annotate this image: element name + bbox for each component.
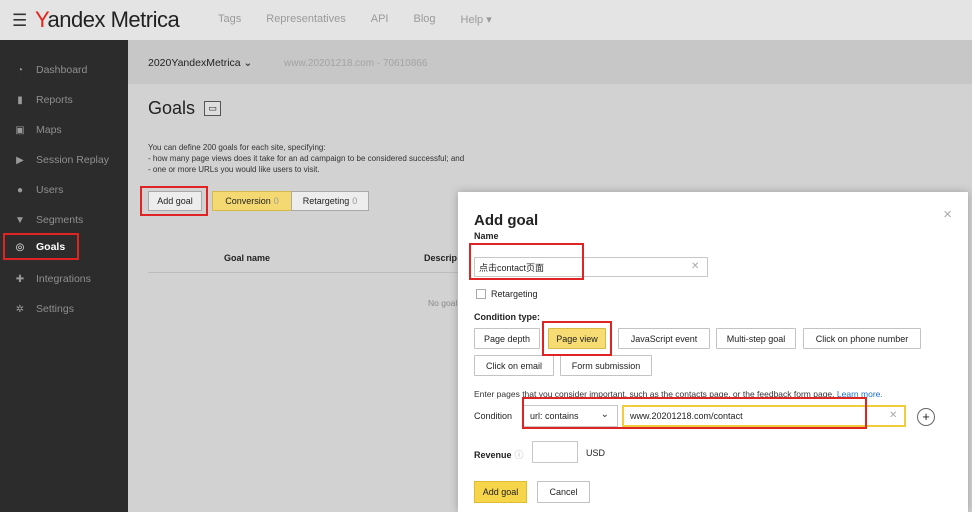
dashboard-icon: ◔ bbox=[16, 64, 24, 76]
tab-conversion[interactable]: Conversion 0 bbox=[212, 191, 292, 211]
condition-type-label: Condition type: bbox=[474, 312, 540, 322]
condition-page-depth[interactable]: Page depth bbox=[474, 328, 540, 349]
site-selector[interactable]: 2020YandexMetrica ⌄ bbox=[148, 57, 252, 69]
learn-more-link[interactable]: Learn more. bbox=[837, 389, 883, 399]
name-label: Name bbox=[474, 231, 499, 241]
sidebar-item-users[interactable]: ● Users bbox=[0, 176, 128, 204]
revenue-input[interactable] bbox=[532, 441, 578, 463]
top-nav: Tags Representatives API Blog Help ▾ bbox=[218, 13, 492, 26]
sidebar-item-dashboard[interactable]: ◔ Dashboard bbox=[0, 56, 128, 84]
plug-icon: ✚ bbox=[15, 273, 25, 285]
add-goal-button[interactable]: Add goal bbox=[148, 191, 202, 211]
goals-description: You can define 200 goals for each site, … bbox=[148, 143, 465, 174]
top-header: ☰ Yandex Metrica Tags Representatives AP… bbox=[0, 0, 972, 40]
condition-click-on-email[interactable]: Click on email bbox=[474, 355, 554, 376]
column-description[interactable]: Descrip bbox=[424, 253, 457, 263]
no-goals-text: No goal bbox=[428, 298, 458, 308]
page-title: Goals bbox=[148, 98, 196, 118]
revenue-label: Revenue ⓘ bbox=[474, 450, 524, 460]
condition-page-view[interactable]: Page view bbox=[548, 328, 606, 349]
gear-icon: ✲ bbox=[15, 303, 25, 315]
nav-representatives[interactable]: Representatives bbox=[266, 13, 346, 26]
condition-form-submission[interactable]: Form submission bbox=[560, 355, 652, 376]
goal-name-input[interactable]: 点击contact页面 bbox=[474, 257, 708, 277]
cancel-button[interactable]: Cancel bbox=[537, 481, 590, 503]
column-goal-name[interactable]: Goal name bbox=[224, 253, 270, 263]
filter-icon: ▼ bbox=[15, 214, 25, 226]
help-icon[interactable]: ⓘ bbox=[515, 450, 524, 460]
nav-tags[interactable]: Tags bbox=[218, 13, 241, 26]
site-url: www.20201218.com - 70610866 bbox=[284, 58, 428, 69]
sidebar-item-settings[interactable]: ✲ Settings bbox=[0, 295, 128, 323]
highlight-goals bbox=[3, 233, 79, 260]
sidebar: ◔ Dashboard ▮ Reports ▣ Maps ▶ Session Repla… bbox=[0, 40, 128, 512]
menu-icon[interactable]: ☰ bbox=[12, 11, 27, 31]
condition-click-on-phone[interactable]: Click on phone number bbox=[803, 328, 921, 349]
add-condition-button[interactable]: + bbox=[917, 408, 935, 426]
retargeting-label: Retargeting bbox=[491, 289, 538, 299]
sidebar-item-integrations[interactable]: ✚ Integrations bbox=[0, 265, 128, 293]
book-icon[interactable]: ▭ bbox=[204, 101, 221, 116]
close-icon[interactable]: × bbox=[943, 206, 952, 223]
sidebar-item-maps[interactable]: ▣ Maps bbox=[0, 116, 128, 144]
condition-url-input[interactable]: www.20201218.com/contact bbox=[622, 405, 906, 427]
logo[interactable]: Yandex Metrica bbox=[35, 7, 180, 33]
condition-multi-step-goal[interactable]: Multi-step goal bbox=[716, 328, 796, 349]
sidebar-item-session-replay[interactable]: ▶ Session Replay bbox=[0, 146, 128, 174]
dialog-title: Add goal bbox=[474, 212, 539, 229]
nav-help[interactable]: Help ▾ bbox=[461, 13, 492, 26]
condition-hint: Enter pages that you consider important,… bbox=[474, 389, 883, 399]
tab-retargeting[interactable]: Retargeting 0 bbox=[291, 191, 369, 211]
currency-label: USD bbox=[586, 448, 606, 458]
submit-add-goal-button[interactable]: Add goal bbox=[474, 481, 527, 503]
reports-icon: ▮ bbox=[17, 94, 23, 106]
user-icon: ● bbox=[16, 184, 24, 196]
sidebar-item-reports[interactable]: ▮ Reports bbox=[0, 86, 128, 114]
retargeting-checkbox[interactable] bbox=[476, 289, 486, 299]
condition-operator-select[interactable]: url: contains ⌄ bbox=[522, 405, 618, 427]
add-goal-dialog: Add goal × Name 点击contact页面 ✕ Retargetin… bbox=[458, 192, 968, 512]
nav-api[interactable]: API bbox=[371, 13, 389, 26]
clear-name-icon[interactable]: ✕ bbox=[691, 261, 699, 272]
maps-icon: ▣ bbox=[15, 124, 25, 136]
site-bar: 2020YandexMetrica ⌄ www.20201218.com - 7… bbox=[128, 40, 972, 84]
table-divider bbox=[148, 272, 458, 273]
sidebar-item-segments[interactable]: ▼ Segments bbox=[0, 206, 128, 234]
condition-label: Condition bbox=[474, 411, 513, 421]
play-icon: ▶ bbox=[16, 154, 24, 166]
nav-blog[interactable]: Blog bbox=[413, 13, 435, 26]
condition-javascript-event[interactable]: JavaScript event bbox=[618, 328, 710, 349]
clear-condition-icon[interactable]: ✕ bbox=[889, 410, 897, 421]
chevron-down-icon: ⌄ bbox=[600, 409, 609, 420]
